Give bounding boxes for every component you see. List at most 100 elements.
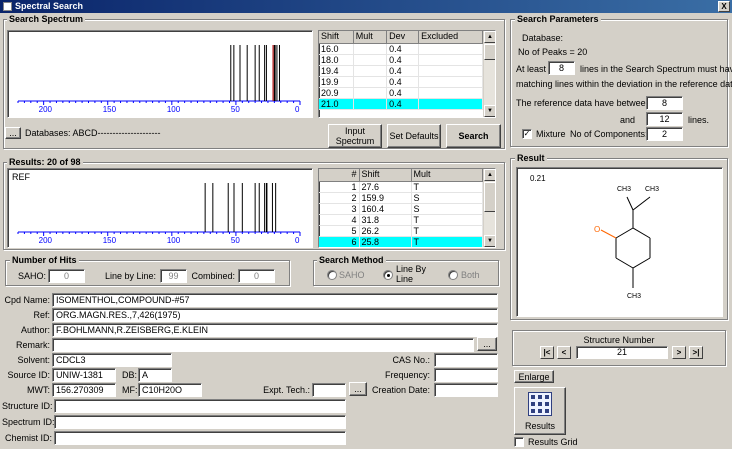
cell-dev: 0.4 xyxy=(386,87,420,99)
results-spectrum-chart: 200 150 100 50 0 xyxy=(17,183,301,245)
components-field[interactable]: 2 xyxy=(646,127,683,141)
search-spectrum-title: Search Spectrum xyxy=(7,14,86,24)
cell-dev: 0.4 xyxy=(386,54,420,66)
cell-shift: 26.2 xyxy=(359,225,412,237)
structure-id-field[interactable] xyxy=(54,399,346,413)
cell-shift: 27.6 xyxy=(359,181,412,193)
remark-browse-button[interactable]: ... xyxy=(477,337,497,351)
and-label: and xyxy=(620,115,636,125)
cpd-name-field[interactable]: ISOMENTHOL,COMPOUND-#57 xyxy=(52,293,498,307)
mixture-checkbox[interactable]: ✓ xyxy=(522,129,532,139)
structure-viewer: 0.21 CH3 CH3 CH3 O xyxy=(516,167,723,317)
table-row[interactable]: 2 159.9 S xyxy=(319,192,483,204)
between-max-field[interactable]: 12 xyxy=(646,112,683,126)
bond-ch3a-ch xyxy=(626,196,634,211)
solvent-label: Solvent: xyxy=(17,355,50,365)
line-by-line-label: Line by Line: xyxy=(104,271,156,281)
cell-number: 4 xyxy=(319,214,360,226)
col-number[interactable]: # xyxy=(319,169,360,182)
col-shift[interactable]: Shift xyxy=(359,169,412,182)
search-button[interactable]: Search xyxy=(446,124,501,148)
enlarge-button[interactable]: Enlarge xyxy=(514,370,554,383)
ref-field-label: Ref: xyxy=(33,310,50,320)
previous-structure-button[interactable]: < xyxy=(557,346,571,359)
results-title: Results: 20 of 98 xyxy=(7,157,83,167)
scroll-down-icon[interactable]: ▼ xyxy=(484,235,495,247)
cas-no-field[interactable] xyxy=(434,353,498,367)
ref-field[interactable]: ORG.MAGN.RES.,7,426(1975) xyxy=(52,308,498,322)
bond-ring-1 xyxy=(615,227,634,239)
structure-number-field[interactable]: 21 xyxy=(576,346,668,359)
first-structure-button[interactable]: |< xyxy=(540,346,554,359)
table-row[interactable]: 19.4 0.4 xyxy=(319,65,483,77)
results-button-label: Results xyxy=(524,421,555,431)
close-button[interactable]: X xyxy=(718,1,730,12)
next-structure-button[interactable]: > xyxy=(672,346,686,359)
scroll-down-icon[interactable]: ▼ xyxy=(484,105,495,117)
cell-shift: 18.0 xyxy=(319,54,354,66)
source-id-label: Source ID: xyxy=(7,370,50,380)
atom-label-ch3-c: CH3 xyxy=(627,293,641,300)
results-grid-checkbox[interactable] xyxy=(514,437,524,447)
saho-radio[interactable] xyxy=(327,270,337,280)
scroll-up-icon[interactable]: ▲ xyxy=(484,31,495,43)
frequency-field[interactable] xyxy=(434,368,498,382)
spectrum-id-field[interactable] xyxy=(54,415,346,429)
mwt-field[interactable]: 156.270309 xyxy=(52,383,116,397)
at-least-field[interactable]: 8 xyxy=(548,61,575,75)
solvent-field[interactable]: CDCL3 xyxy=(52,353,172,367)
mf-field[interactable]: C10H20O xyxy=(138,383,202,397)
table-row-selected[interactable]: 21.0 0.4 xyxy=(319,98,483,110)
both-radio[interactable] xyxy=(448,270,458,280)
line-by-line-radio[interactable] xyxy=(383,270,393,280)
set-defaults-button[interactable]: Set Defaults xyxy=(387,124,441,148)
scroll-thumb[interactable] xyxy=(484,44,495,60)
results-button[interactable]: Results xyxy=(514,387,566,435)
table-scrollbar[interactable]: ▲ ▼ xyxy=(483,31,495,117)
line-by-line-count-field: 99 xyxy=(160,269,187,283)
cell-mult: T xyxy=(411,236,483,247)
between-min-field[interactable]: 8 xyxy=(646,96,683,110)
table-row[interactable]: 3 160.4 S xyxy=(319,203,483,215)
table-row[interactable]: 18.0 0.4 xyxy=(319,54,483,66)
search-spectrum-table[interactable]: Shift Mult Dev Excluded 16.0 0.4 18.0 0.4 … xyxy=(318,30,496,118)
col-mult[interactable]: Mult xyxy=(353,31,388,44)
author-field[interactable]: F.BOHLMANN,R.ZEISBERG,E.KLEIN xyxy=(52,323,498,337)
source-id-field[interactable]: UNIW-1381 xyxy=(52,368,116,382)
expt-tech-field[interactable] xyxy=(312,383,346,397)
remark-label: Remark: xyxy=(15,340,50,350)
table-row[interactable]: 4 31.8 T xyxy=(319,214,483,226)
table-row[interactable]: 19.9 0.4 xyxy=(319,76,483,88)
cell-excluded xyxy=(418,98,483,110)
col-excluded[interactable]: Excluded xyxy=(418,31,483,44)
col-mult[interactable]: Mult xyxy=(411,169,483,182)
col-shift[interactable]: Shift xyxy=(319,31,354,44)
cell-excluded xyxy=(418,65,483,77)
last-structure-button[interactable]: >| xyxy=(689,346,703,359)
chemist-id-field[interactable] xyxy=(54,431,346,445)
at-least-text: lines in the Search Spectrum must have xyxy=(580,64,732,74)
remark-field[interactable] xyxy=(52,338,474,352)
db-field[interactable]: A xyxy=(138,368,172,382)
results-table[interactable]: # Shift Mult 1 27.6 T 2 159.9 S 3 160.4 S 4 31.… xyxy=(318,168,496,248)
table-row[interactable]: 1 27.6 T xyxy=(319,181,483,193)
table-scrollbar[interactable]: ▲ ▼ xyxy=(483,169,495,247)
table-row[interactable]: 16.0 0.4 xyxy=(319,43,483,55)
matching-text: matching lines within the deviation in t… xyxy=(516,79,732,89)
scroll-thumb[interactable] xyxy=(484,182,495,212)
atom-label-ch3-b: CH3 xyxy=(645,186,659,193)
table-row-selected[interactable]: 6 25.8 T xyxy=(319,236,483,247)
cell-mult xyxy=(353,87,388,99)
creation-date-field[interactable] xyxy=(434,383,498,397)
saho-label: SAHO: xyxy=(17,271,46,281)
search-parameters-title: Search Parameters xyxy=(515,14,601,24)
col-dev[interactable]: Dev xyxy=(386,31,420,44)
bond-ring-3 xyxy=(615,257,634,269)
table-row[interactable]: 20.9 0.4 xyxy=(319,87,483,99)
scroll-up-icon[interactable]: ▲ xyxy=(484,169,495,181)
input-spectrum-button[interactable]: Input Spectrum xyxy=(328,124,382,148)
cell-mult xyxy=(353,54,388,66)
table-row[interactable]: 5 26.2 T xyxy=(319,225,483,237)
database-browse-button[interactable]: ... xyxy=(5,127,21,139)
results-grid-icon xyxy=(528,392,552,416)
